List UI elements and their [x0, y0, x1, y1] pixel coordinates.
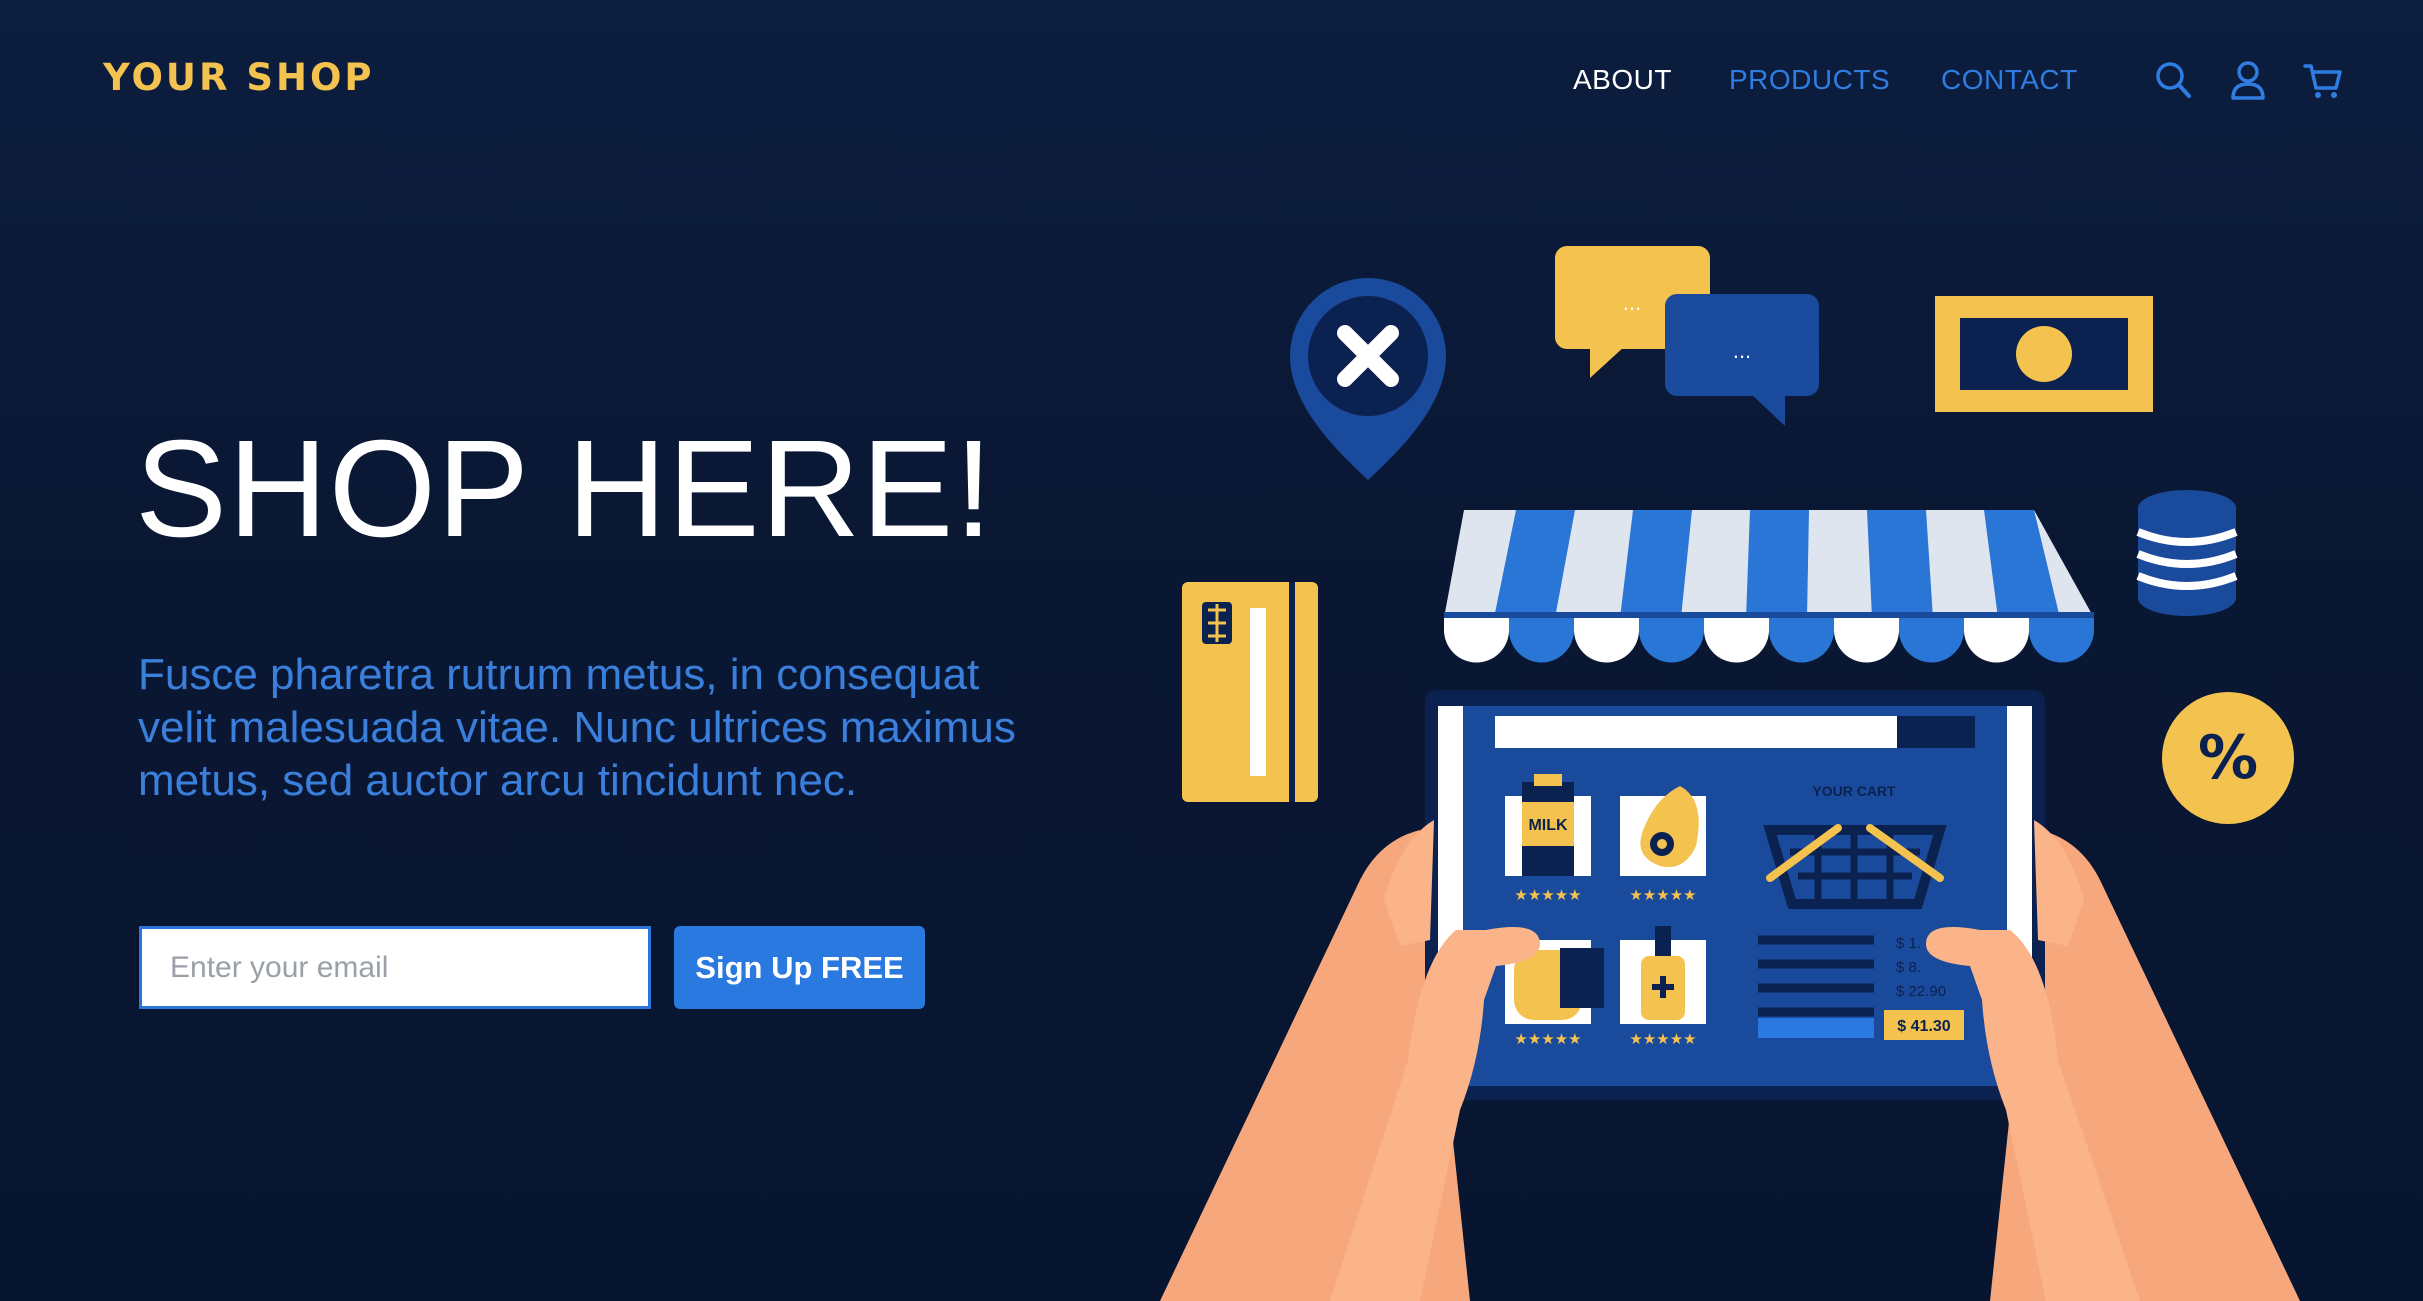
shop-awning [1444, 510, 2094, 663]
svg-text:$ 8.: $ 8. [1896, 959, 1921, 976]
svg-text:YOUR CART: YOUR CART [1812, 783, 1896, 799]
svg-text:%: % [2198, 723, 2258, 793]
svg-text:...: ... [1733, 338, 1751, 363]
nav-link-contact[interactable]: CONTACT [1941, 64, 2078, 96]
svg-text:$ 41.30: $ 41.30 [1897, 1018, 1950, 1035]
svg-text:★★★★★: ★★★★★ [1629, 886, 1696, 904]
signup-button[interactable]: Sign Up FREE [674, 926, 925, 1009]
chat-bubbles-icon: ... ... [1555, 246, 1819, 426]
svg-text:MILK: MILK [1528, 817, 1568, 834]
nav-link-products[interactable]: PRODUCTS [1729, 64, 1890, 96]
product-avocado: ★★★★★ [1620, 786, 1706, 904]
coins-icon [2136, 490, 2238, 616]
product-soap: ★★★★★ [1620, 926, 1706, 1048]
percent-badge-icon: % [2162, 692, 2294, 824]
search-icon[interactable] [2153, 58, 2193, 102]
email-input[interactable] [139, 926, 651, 1009]
banknote-icon [1935, 296, 2153, 412]
svg-text:...: ... [1623, 290, 1641, 315]
svg-text:★★★★★: ★★★★★ [1514, 1030, 1581, 1048]
svg-text:$ 1.: $ 1. [1896, 935, 1921, 952]
svg-text:★★★★★: ★★★★★ [1629, 1030, 1696, 1048]
location-pin-icon [1290, 278, 1446, 480]
svg-text:★★★★★: ★★★★★ [1514, 886, 1581, 904]
hero-title: SHOP HERE! [135, 412, 994, 566]
svg-text:$ 22.90: $ 22.90 [1896, 983, 1946, 1000]
user-icon[interactable] [2228, 58, 2268, 102]
hero-description: Fusce pharetra rutrum metus, in consequa… [138, 650, 1016, 805]
tablet-shop: MILK ★★★★★ ★★★★★ ★★★★★ ★★★★★ YOUR CART $… [1425, 690, 2045, 1100]
nav-link-about[interactable]: ABOUT [1573, 64, 1672, 96]
logo[interactable]: YOUR SHOP [103, 56, 375, 99]
credit-card-icon [1182, 582, 1318, 802]
cart-icon[interactable] [2303, 58, 2343, 102]
shop-illustration: ... ... % MILK ★★★★★ ★★★★★ ★★★★★ ★★★★★ Y… [1100, 220, 2423, 1301]
